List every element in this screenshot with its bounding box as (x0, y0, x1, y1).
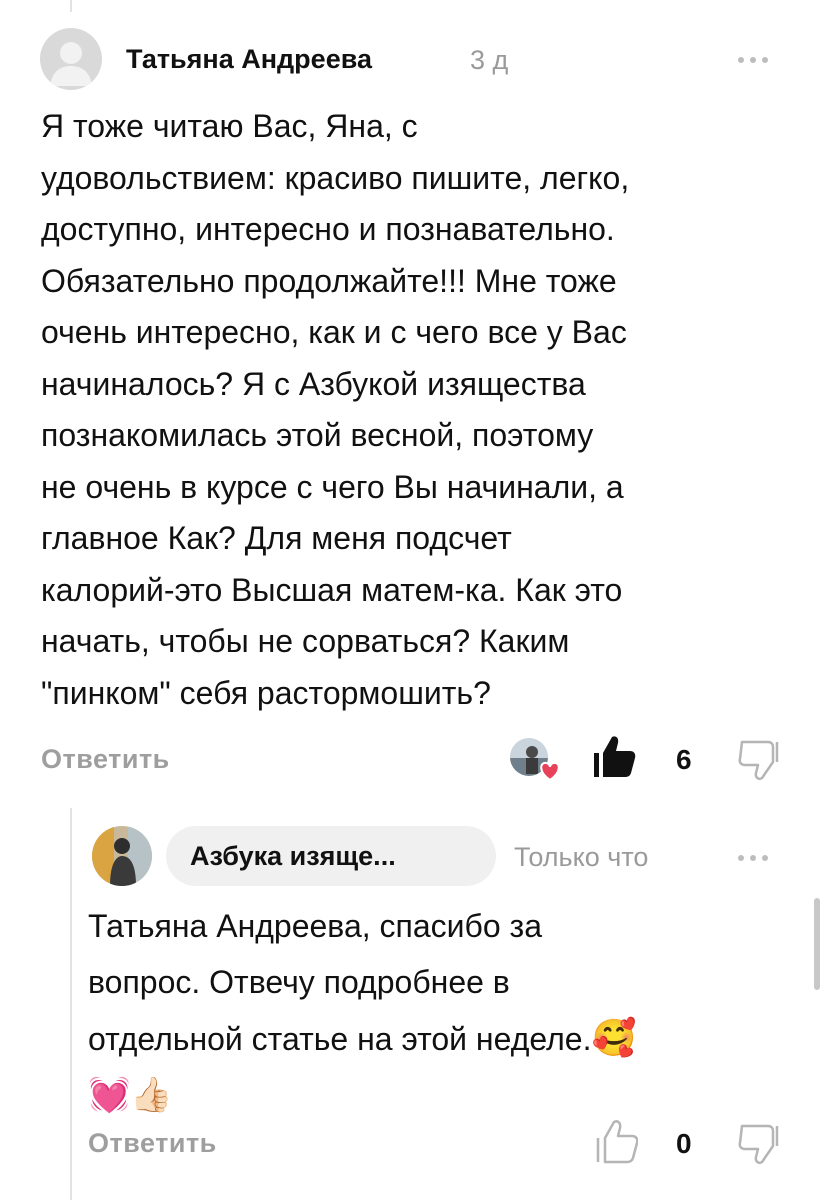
smiling-hearts-emoji-icon: 🥰 (591, 1017, 637, 1058)
reply-button[interactable]: Ответить (88, 1128, 217, 1159)
reply-author: Азбука изяще... (190, 840, 396, 871)
reply-emoji-line: 💓👍🏻 (88, 1076, 173, 1114)
comment-text: Я тоже читаю Вас, Яна, с удовольствием: … (41, 101, 629, 719)
comment-text-line: "пинком" себя растормошить? (41, 674, 491, 711)
comment-text-line: очень интересно, как и с чего все у Вас (41, 314, 627, 350)
comment-text-line: познакомилась этой весной, поэтому (41, 417, 594, 453)
like-filled-icon[interactable] (592, 733, 636, 779)
channel-avatar-icon[interactable] (92, 826, 152, 886)
reply-author-pill[interactable]: Азбука изяще... (166, 826, 496, 886)
reply-text: Татьяна Андреева, спасибо за вопрос. Отв… (88, 898, 636, 1123)
more-dots-icon[interactable] (738, 848, 778, 868)
reply-text-line: вопрос. Отвечу подробнее в (88, 964, 510, 1000)
comment-text-line: Я тоже читаю Вас, Яна, с (41, 108, 418, 144)
comment-text-line: не очень в курсе с чего Вы начинали, а (41, 468, 624, 505)
comment-text-line: удовольствием: красиво пишите, легко, (41, 159, 630, 196)
comment-author[interactable]: Татьяна Андреева (126, 44, 372, 75)
comment-text-line: Обязательно продолжайте!!! Мне тоже (41, 262, 617, 299)
reply-button[interactable]: Ответить (41, 744, 170, 775)
thread-line-top (70, 0, 72, 12)
scrollbar[interactable] (814, 898, 820, 990)
reply-time: Только что (514, 842, 649, 872)
author-heart-avatar-icon (508, 736, 564, 784)
comment-text-line: главное Как? Для меня подсчет (41, 520, 512, 556)
reply-text-line: отдельной статье на этой неделе.🥰 (88, 1010, 636, 1067)
reply-text-line-3: отдельной статье на этой неделе. (88, 1021, 592, 1057)
comment-text-line: начиналось? Я с Азбукой изящества (41, 365, 586, 402)
reply-text-line: Татьяна Андреева, спасибо за (88, 908, 542, 944)
like-count: 6 (676, 744, 692, 775)
comment-time: 3 д (470, 45, 509, 75)
more-dots-icon[interactable] (738, 50, 778, 70)
comment-text-line: калорий-это Высшая матем-ка. Как это (41, 571, 623, 608)
like-outline-icon[interactable] (594, 1118, 639, 1164)
comment-text-line: начать, чтобы не сорваться? Каким (41, 623, 570, 659)
user-avatar-icon[interactable] (40, 28, 102, 90)
comment-text-line: доступно, интересно и познавательно. (41, 211, 615, 247)
dislike-icon[interactable] (738, 738, 780, 782)
dislike-icon[interactable] (738, 1122, 780, 1166)
reply-like-count: 0 (676, 1128, 692, 1159)
reply-thread-line (70, 808, 72, 1200)
